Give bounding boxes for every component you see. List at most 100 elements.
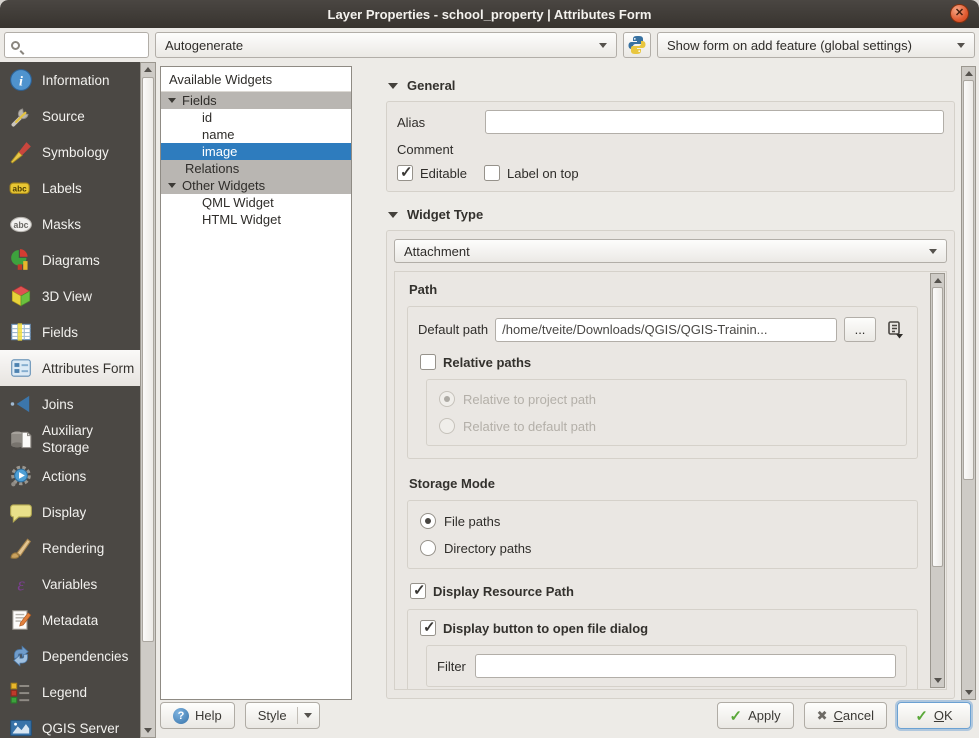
scroll-up-icon[interactable]: [931, 274, 944, 287]
sidebar-item-information[interactable]: i Information: [0, 62, 140, 98]
form-open-mode-value: Show form on add feature (global setting…: [667, 38, 949, 53]
titlebar[interactable]: Layer Properties - school_property | Att…: [0, 0, 979, 28]
widget-type-select[interactable]: Attachment: [394, 239, 947, 263]
tree-group-other-widgets[interactable]: Other Widgets: [161, 177, 351, 194]
close-icon[interactable]: [950, 4, 969, 23]
tree-group-fields[interactable]: Fields: [161, 92, 351, 109]
tree-item-html-widget[interactable]: HTML Widget: [161, 211, 351, 228]
tree-item-name[interactable]: name: [161, 126, 351, 143]
ok-button[interactable]: OK: [897, 702, 971, 729]
widget-options-scrollbar[interactable]: [930, 273, 945, 688]
tree-item-id[interactable]: id: [161, 109, 351, 126]
sidebar-item-qgis-server[interactable]: QGIS Server: [0, 710, 140, 738]
cancel-button[interactable]: Cancel: [804, 702, 887, 729]
apply-button[interactable]: Apply: [717, 702, 794, 729]
sidebar-item-joins[interactable]: Joins: [0, 386, 140, 422]
default-path-input[interactable]: [495, 318, 837, 342]
widget-options-scrollbar-thumb[interactable]: [932, 287, 943, 567]
display-button-checkbox[interactable]: Display button to open file dialog: [420, 620, 907, 636]
tree-item-qml-widget[interactable]: QML Widget: [161, 194, 351, 211]
form-panel-scrollbar-thumb[interactable]: [963, 80, 974, 480]
form-layout-select[interactable]: Autogenerate: [155, 32, 617, 58]
relative-paths-checkbox[interactable]: Relative paths: [420, 354, 907, 370]
layer-properties-dialog: Layer Properties - school_property | Att…: [0, 0, 979, 738]
form-panel-scrollbar[interactable]: [961, 66, 976, 700]
sidebar-item-actions[interactable]: Actions: [0, 458, 140, 494]
auxiliary-storage-icon: [9, 428, 33, 452]
sidebar-item-display[interactable]: Display: [0, 494, 140, 530]
expanded-triangle-icon[interactable]: [168, 98, 176, 103]
help-button[interactable]: ? Help: [160, 702, 235, 729]
tree-group-relations[interactable]: Relations: [161, 160, 351, 177]
sidebar-item-labels[interactable]: abc Labels: [0, 170, 140, 206]
radio-selected-icon[interactable]: [439, 391, 455, 407]
sidebar-scrollbar-thumb[interactable]: [142, 77, 154, 642]
qgis-server-icon: [9, 716, 33, 738]
sidebar-item-attributes-form[interactable]: Attributes Form: [0, 350, 140, 386]
sidebar-item-dependencies[interactable]: Dependencies: [0, 638, 140, 674]
checkbox-checked-icon[interactable]: [397, 165, 413, 181]
search-box[interactable]: [4, 32, 149, 58]
filter-input[interactable]: [475, 654, 896, 678]
metadata-icon: [9, 608, 33, 632]
sidebar-item-fields[interactable]: Fields: [0, 314, 140, 350]
sidebar-scrollbar[interactable]: [140, 62, 156, 738]
window-title: Layer Properties - school_property | Att…: [328, 7, 652, 22]
sidebar-item-metadata[interactable]: Metadata: [0, 602, 140, 638]
python-init-button[interactable]: [623, 32, 651, 58]
relative-to-default-radio[interactable]: Relative to default path: [439, 418, 894, 434]
search-input[interactable]: [26, 38, 142, 53]
scroll-down-icon[interactable]: [962, 686, 975, 699]
sidebar-item-3d-view[interactable]: 3D View: [0, 278, 140, 314]
form-open-mode-select[interactable]: Show form on add feature (global setting…: [657, 32, 975, 58]
directory-paths-radio[interactable]: Directory paths: [420, 540, 905, 556]
display-resource-groupbox: Display button to open file dialog Filte…: [407, 609, 918, 690]
editable-checkbox[interactable]: Editable: [397, 165, 467, 181]
relative-to-project-radio[interactable]: Relative to project path: [439, 391, 894, 407]
display-icon: [9, 500, 33, 524]
sidebar-item-source[interactable]: Source: [0, 98, 140, 134]
form-layout-value: Autogenerate: [165, 38, 591, 53]
checkbox-checked-icon[interactable]: [420, 620, 436, 636]
widget-type-section-header[interactable]: Widget Type: [388, 207, 955, 222]
scroll-up-icon[interactable]: [141, 63, 155, 76]
widget-type-value: Attachment: [404, 244, 921, 259]
scroll-up-icon[interactable]: [962, 67, 975, 80]
cancel-x-icon: [817, 708, 828, 724]
browse-button[interactable]: ...: [844, 317, 876, 342]
radio-unselected-icon[interactable]: [439, 418, 455, 434]
scroll-down-icon[interactable]: [141, 724, 155, 737]
general-section-header[interactable]: General: [388, 78, 955, 93]
symbology-icon: [9, 140, 33, 164]
fields-icon: [9, 320, 33, 344]
alias-input[interactable]: [485, 110, 944, 134]
checkbox-unchecked-icon[interactable]: [420, 354, 436, 370]
source-icon: [9, 104, 33, 128]
alias-label: Alias: [397, 115, 485, 130]
sidebar-item-symbology[interactable]: Symbology: [0, 134, 140, 170]
radio-unselected-icon[interactable]: [420, 540, 436, 556]
sidebar-item-variables[interactable]: ε Variables: [0, 566, 140, 602]
tree-item-image[interactable]: image: [161, 143, 351, 160]
file-paths-radio[interactable]: File paths: [420, 513, 905, 529]
available-widgets-panel: Available Widgets Fields id name image R…: [160, 66, 352, 700]
help-icon: ?: [173, 708, 189, 724]
scroll-down-icon[interactable]: [931, 674, 944, 687]
sidebar-item-auxiliary-storage[interactable]: Auxiliary Storage: [0, 422, 140, 458]
checkbox-unchecked-icon[interactable]: [484, 165, 500, 181]
display-resource-path-checkbox[interactable]: Display Resource Path: [410, 583, 918, 599]
collapse-triangle-icon: [388, 212, 398, 218]
expanded-triangle-icon[interactable]: [168, 183, 176, 188]
style-menu-button[interactable]: Style: [245, 702, 320, 729]
data-defined-override-button[interactable]: [883, 318, 907, 342]
sidebar-item-diagrams[interactable]: Diagrams: [0, 242, 140, 278]
sidebar-item-legend[interactable]: Legend: [0, 674, 140, 710]
label-on-top-checkbox[interactable]: Label on top: [484, 165, 579, 181]
sidebar-item-rendering[interactable]: Rendering: [0, 530, 140, 566]
sidebar-item-masks[interactable]: abc Masks: [0, 206, 140, 242]
radio-selected-icon[interactable]: [420, 513, 436, 529]
ok-check-icon: [915, 707, 928, 725]
dependencies-icon: [9, 644, 33, 668]
checkbox-checked-icon[interactable]: [410, 583, 426, 599]
diagrams-icon: [9, 248, 33, 272]
